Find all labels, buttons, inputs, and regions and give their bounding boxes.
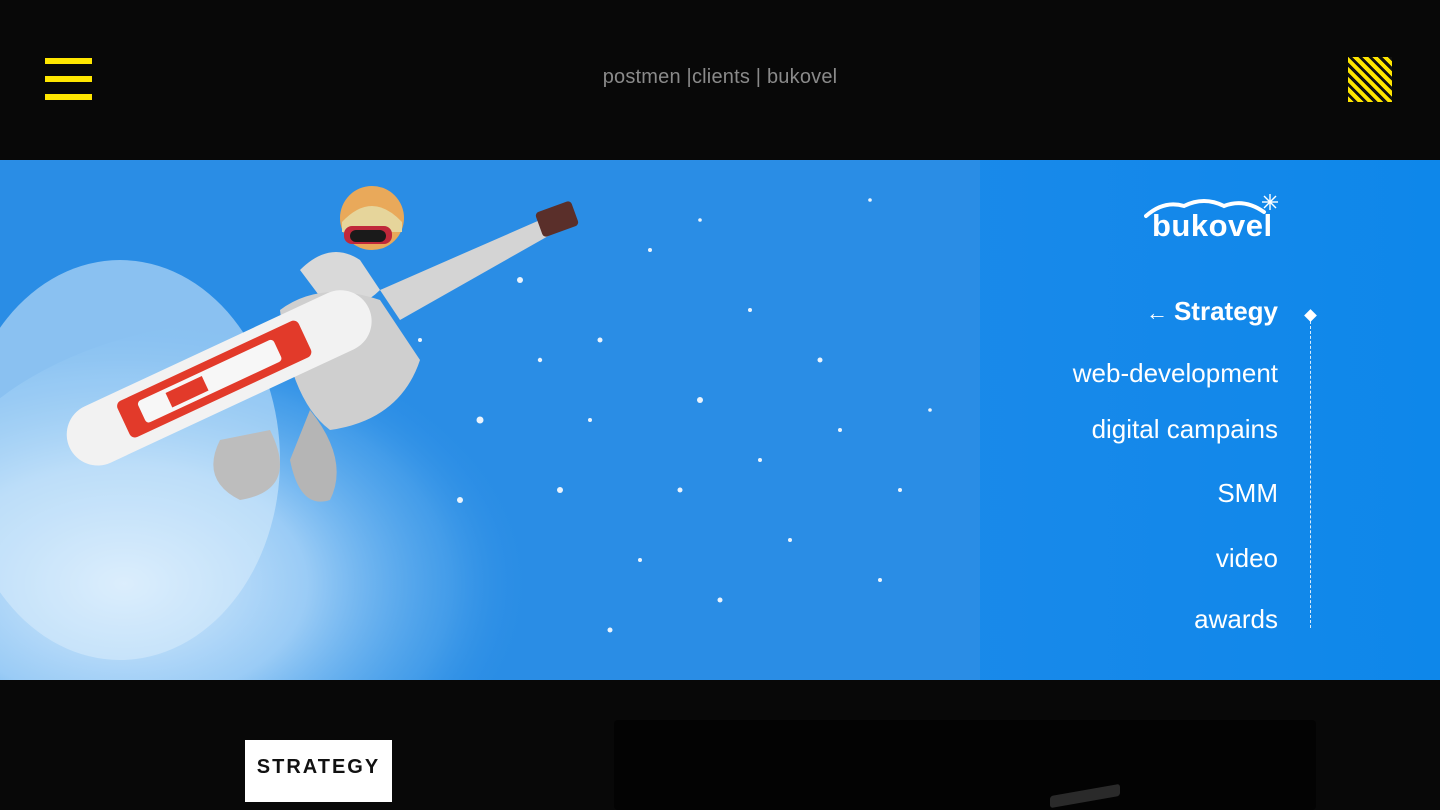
- breadcrumb-clients[interactable]: clients: [692, 66, 750, 88]
- breadcrumb-separator: |: [750, 66, 767, 88]
- striped-pattern-icon[interactable]: [1348, 57, 1392, 102]
- nav-item-smm[interactable]: SMM: [1217, 478, 1278, 509]
- logo-text: bukovel: [1152, 208, 1273, 243]
- content-section: STRATEGY: [0, 680, 1440, 810]
- menu-bar: [45, 58, 92, 64]
- menu-bar: [45, 94, 92, 100]
- breadcrumb-postmen[interactable]: postmen |: [603, 66, 692, 88]
- snowboarder-photo: [0, 160, 980, 680]
- nav-item-awards[interactable]: awards: [1194, 604, 1278, 635]
- nav-item-strategy[interactable]: ← Strategy: [1146, 296, 1278, 327]
- arrow-left-icon: ←: [1145, 300, 1168, 325]
- nav-item-video[interactable]: video: [1216, 543, 1278, 574]
- section-tag-strategy[interactable]: STRATEGY: [245, 740, 392, 802]
- nav-item-label: Strategy: [1173, 296, 1278, 326]
- hero-banner: bukovel ← Strategy web-development digita…: [0, 160, 1440, 680]
- header: postmen |clients | bukovel: [0, 0, 1440, 160]
- nav-item-digital-campains[interactable]: digital campains: [1092, 414, 1278, 445]
- preview-panel: [614, 720, 1316, 810]
- breadcrumb: postmen |clients | bukovel: [0, 66, 1440, 89]
- timeline-line: [1310, 316, 1311, 628]
- nav-item-web-development[interactable]: web-development: [1073, 358, 1278, 389]
- breadcrumb-bukovel[interactable]: bukovel: [767, 66, 837, 88]
